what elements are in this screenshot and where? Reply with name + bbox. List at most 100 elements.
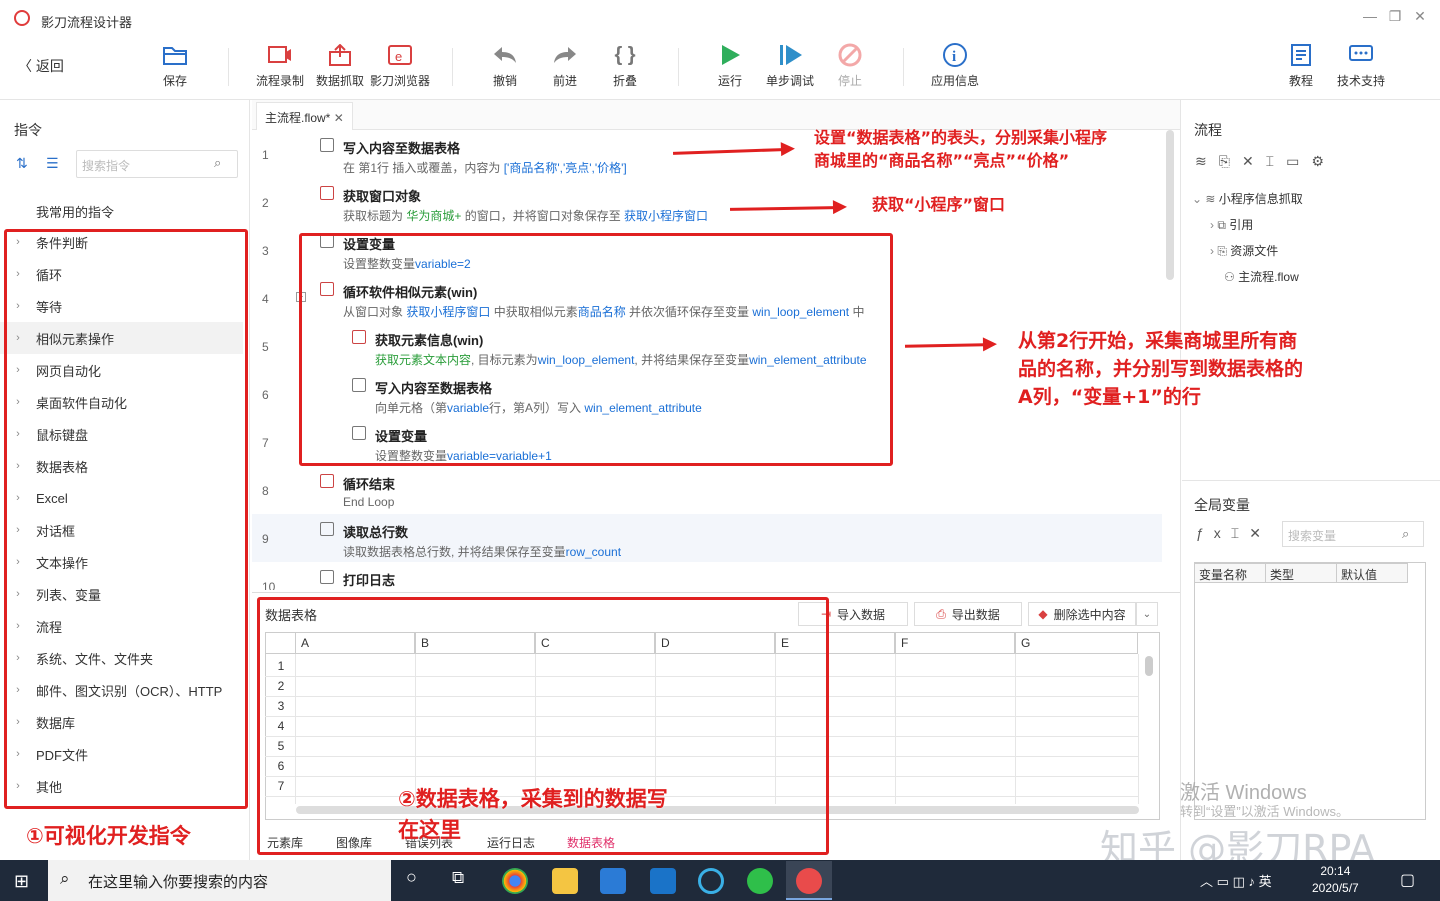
- loop-end-icon: [320, 474, 334, 488]
- record-icon: [266, 42, 294, 68]
- tutorial-button[interactable]: 教程: [1271, 42, 1331, 89]
- more-dropdown[interactable]: ⌄: [1136, 602, 1158, 626]
- chevron-up-icon[interactable]: ︿: [1200, 874, 1213, 889]
- fold-button[interactable]: { } 折叠: [595, 42, 655, 89]
- col-var-type: 类型: [1265, 563, 1337, 583]
- wechat-icon[interactable]: [747, 868, 773, 894]
- layers-icon: ≋: [1205, 192, 1219, 206]
- layers-icon[interactable]: ≋: [1195, 153, 1219, 169]
- support-button[interactable]: 技术支持: [1331, 42, 1391, 89]
- grid-column-line: [895, 654, 896, 804]
- globals-title: 全局变量: [1194, 497, 1250, 513]
- tab-main-flow[interactable]: 主流程.flow* ✕: [256, 102, 353, 130]
- frequent-commands[interactable]: 我常用的指令: [36, 202, 114, 221]
- step-debug-button[interactable]: 单步调试: [760, 42, 820, 89]
- grid-column-header[interactable]: G: [1015, 632, 1138, 654]
- notification-icon[interactable]: ▢: [1400, 870, 1415, 890]
- network-icon[interactable]: ◫: [1233, 874, 1245, 889]
- tree-references[interactable]: › ⧉ 引用: [1210, 216, 1253, 233]
- close-window-button[interactable]: ✕: [1410, 8, 1430, 25]
- annotation-box-commands: [4, 229, 248, 809]
- resource-icon: ⎘: [1217, 244, 1231, 258]
- print-icon: [320, 570, 334, 584]
- toolbar-divider: [228, 48, 229, 86]
- svg-text:e: e: [395, 49, 402, 64]
- eraser-icon: ◆: [1038, 607, 1048, 621]
- flow-step[interactable]: 9 读取总行数 读取数据表格总行数, 并将结果保存至变量row_count: [252, 514, 1162, 562]
- redo-button[interactable]: 前进: [535, 42, 595, 89]
- minimize-button[interactable]: —: [1360, 8, 1380, 24]
- svg-text:i: i: [952, 49, 956, 65]
- rename-icon[interactable]: ⌶: [1231, 525, 1249, 541]
- flow-file-icon: ⚇: [1224, 270, 1239, 284]
- back-button[interactable]: 〈 返回: [18, 56, 64, 76]
- stop-button[interactable]: 停止: [820, 42, 880, 89]
- grid-column-line: [1015, 654, 1016, 804]
- save-button[interactable]: 保存: [145, 42, 205, 89]
- toolbar-divider: [678, 48, 679, 86]
- delete-icon[interactable]: ✕: [1249, 525, 1271, 541]
- annotation-header: 设置“数据表格”的表头，分别采集小程序商城里的“商品名称”“亮点”“价格”: [814, 128, 1108, 170]
- volume-icon[interactable]: ♪: [1248, 874, 1255, 889]
- ime-indicator[interactable]: 英: [1259, 874, 1272, 889]
- undo-icon: [491, 42, 519, 68]
- flow-scrollbar[interactable]: [1166, 130, 1174, 280]
- search-icon[interactable]: ⌕: [214, 155, 221, 171]
- step-icon: [776, 42, 804, 68]
- app-title: 影刀流程设计器: [41, 15, 133, 30]
- toolbar-divider: [452, 48, 453, 86]
- folder-icon[interactable]: ▭: [1286, 153, 1311, 169]
- annotation-commands: ①可视化开发指令: [26, 824, 191, 848]
- panel-divider: [252, 592, 1180, 593]
- mail-icon[interactable]: [650, 868, 676, 894]
- cortana-icon[interactable]: ○: [406, 867, 417, 888]
- rename-icon[interactable]: ⌶: [1266, 153, 1286, 169]
- file-explorer-icon[interactable]: [552, 868, 578, 894]
- search-app-icon[interactable]: [698, 868, 724, 894]
- restore-button[interactable]: ❐: [1385, 8, 1405, 25]
- col-var-name: 变量名称: [1194, 563, 1266, 583]
- flow-panel-title: 流程: [1194, 122, 1222, 138]
- flow-step[interactable]: 2 获取窗口对象 获取标题为 华为商城+ 的窗口，并将窗口对象保存至 获取小程序…: [252, 178, 1167, 226]
- settings-icon[interactable]: ⚙: [1311, 153, 1336, 169]
- chrome-icon[interactable]: [502, 868, 528, 894]
- flow-panel-actions: ≋⎘✕⌶▭⚙: [1195, 153, 1336, 170]
- export-data-button[interactable]: ⎙ 导出数据: [914, 602, 1022, 626]
- app-info-button[interactable]: i 应用信息: [925, 42, 985, 89]
- annotation-datatable: ②数据表格，采集到的数据写在这里: [398, 787, 668, 842]
- variable-search-placeholder: 搜索变量: [1288, 529, 1337, 543]
- flow-step[interactable]: 10 打印日志: [252, 562, 1167, 590]
- copy-flow-icon[interactable]: ⎘: [1219, 153, 1242, 169]
- run-button[interactable]: 运行: [700, 42, 760, 89]
- export-icon: ⎙: [936, 606, 946, 621]
- annotation-loop: 从第2行开始，采集商城里所有商品的名称，并分别写到数据表格的A列，“变量+1”的…: [1018, 330, 1304, 408]
- browser-icon: e: [386, 42, 414, 68]
- undo-button[interactable]: 撤销: [475, 42, 535, 89]
- chevron-down-icon: ⌄: [1192, 192, 1206, 206]
- clock[interactable]: 20:14 2020/5/7: [1312, 863, 1359, 897]
- store-icon[interactable]: [600, 868, 626, 894]
- braces-icon: { }: [614, 43, 636, 66]
- grid-column-header[interactable]: F: [895, 632, 1015, 654]
- task-view-icon[interactable]: ⧉: [452, 868, 464, 888]
- delete-icon[interactable]: ✕: [1242, 153, 1266, 169]
- data-grab-button[interactable]: 数据抓取: [310, 42, 370, 89]
- close-tab-icon[interactable]: ✕: [334, 111, 344, 125]
- browser-button[interactable]: e 影刀浏览器: [370, 42, 430, 89]
- chevron-down-icon: ⌄: [1142, 608, 1152, 620]
- windows-start-icon[interactable]: ⊞: [14, 871, 29, 892]
- yingdao-app-icon[interactable]: [796, 868, 822, 894]
- window-icon: [320, 186, 334, 200]
- function-icon[interactable]: ƒx: [1196, 525, 1231, 541]
- tree-project[interactable]: ⌄ ≋ 小程序信息抓取: [1192, 190, 1303, 207]
- record-button[interactable]: 流程录制: [250, 42, 310, 89]
- sort-icon[interactable]: ⇅: [16, 155, 28, 172]
- list-icon[interactable]: ☰: [46, 155, 59, 172]
- tree-main-flow[interactable]: ⚇ 主流程.flow: [1224, 268, 1299, 285]
- flow-step[interactable]: 8 循环结束 End Loop: [252, 466, 1167, 514]
- tree-resources[interactable]: › ⎘ 资源文件: [1210, 242, 1278, 259]
- search-icon[interactable]: ⌕: [1402, 526, 1409, 542]
- grid-scrollbar[interactable]: [1145, 656, 1153, 676]
- delete-selected-button[interactable]: ◆ 删除选中内容: [1028, 602, 1136, 626]
- battery-icon[interactable]: ▭: [1217, 874, 1229, 889]
